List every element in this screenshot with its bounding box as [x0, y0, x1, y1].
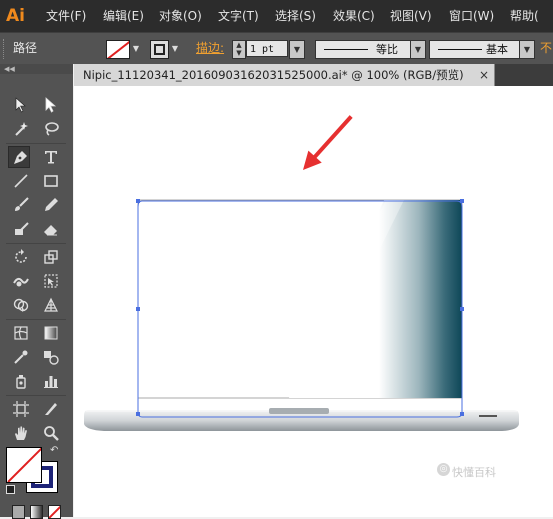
profile-label: 等比	[376, 43, 398, 56]
variable-width-profile-select[interactable]: 等比 ▼	[315, 40, 426, 59]
fill-stroke-widget: ↶	[4, 445, 64, 497]
menu-view[interactable]: 视图(V)	[390, 0, 432, 32]
mesh-tool-icon[interactable]	[10, 322, 32, 344]
stroke-weight-dropdown-icon[interactable]: ▼	[289, 40, 305, 59]
selection-type-label: 路径	[13, 41, 38, 55]
document-title: Nipic_11120341_20160903162031525000.ai* …	[83, 68, 464, 82]
panel-grip[interactable]	[3, 39, 7, 59]
close-tab-icon[interactable]: ×	[479, 64, 489, 86]
lasso-tool-icon[interactable]	[40, 118, 62, 140]
blend-tool-icon[interactable]	[40, 346, 62, 368]
paintbrush-tool-icon[interactable]	[10, 194, 32, 216]
warp-tool-icon[interactable]	[10, 270, 32, 292]
type-tool-icon[interactable]	[40, 146, 62, 168]
default-fill-stroke-icon[interactable]	[6, 485, 15, 494]
menu-type[interactable]: 文字(T)	[218, 0, 259, 32]
menu-select[interactable]: 选择(S)	[275, 0, 316, 32]
annotation-arrow	[303, 115, 353, 170]
stroke-weight-input[interactable]: 1 pt	[246, 40, 288, 57]
eyedropper-tool-icon[interactable]	[10, 346, 32, 368]
rotate-tool-icon[interactable]	[10, 246, 32, 268]
menu-window[interactable]: 窗口(W)	[449, 0, 494, 32]
opacity-label[interactable]: 不	[540, 33, 552, 64]
hand-tool-icon[interactable]	[10, 422, 32, 444]
tools-panel-header[interactable]: ◀◀	[0, 64, 73, 74]
app-logo: Ai	[6, 6, 25, 26]
line-segment-tool-icon[interactable]	[10, 170, 32, 192]
menu-help[interactable]: 帮助(	[510, 0, 539, 32]
gradient-tool-icon[interactable]	[40, 322, 62, 344]
selection-tool-icon[interactable]	[10, 94, 32, 116]
blob-brush-tool-icon[interactable]	[10, 218, 32, 240]
direct-selection-tool-icon[interactable]	[40, 94, 62, 116]
tools-divider	[6, 143, 66, 144]
menu-bar: Ai 文件(F) 编辑(E) 对象(O) 文字(T) 选择(S) 效果(C) 视…	[0, 0, 553, 32]
document-tab[interactable]: Nipic_11120341_20160903162031525000.ai* …	[74, 64, 495, 86]
tools-divider	[6, 319, 66, 320]
free-transform-tool-icon[interactable]	[40, 270, 62, 292]
zoom-tool-icon[interactable]	[40, 422, 62, 444]
profile-line-preview	[324, 49, 368, 50]
menu-effect[interactable]: 效果(C)	[333, 0, 375, 32]
scale-tool-icon[interactable]	[40, 246, 62, 268]
fill-color-swatch[interactable]	[106, 40, 130, 59]
stroke-label[interactable]: 描边:	[196, 33, 224, 64]
tools-divider	[6, 243, 66, 244]
rectangle-tool-icon[interactable]	[40, 170, 62, 192]
slice-tool-icon[interactable]	[40, 398, 62, 420]
column-graph-tool-icon[interactable]	[40, 370, 62, 392]
stroke-color-swatch[interactable]	[150, 40, 169, 59]
stroke-dropdown-icon[interactable]: ▼	[169, 40, 181, 57]
brush-line-preview	[438, 49, 482, 50]
fill-color-box[interactable]	[6, 447, 42, 483]
tools-divider	[6, 395, 66, 396]
perspective-grid-tool-icon[interactable]	[40, 294, 62, 316]
eraser-tool-icon[interactable]	[40, 218, 62, 240]
brush-dropdown-icon[interactable]: ▼	[519, 41, 534, 58]
collapse-panel-icon[interactable]: ◀◀	[4, 64, 15, 74]
brush-label: 基本	[486, 43, 508, 56]
control-bar: 路径 ▼ ▼ 描边: ▲ ▼ 1 pt ▼ 等比 ▼ 基本 ▼ 不	[0, 32, 553, 64]
tools-panel: ↶	[0, 74, 73, 519]
menu-object[interactable]: 对象(O)	[159, 0, 202, 32]
menu-file[interactable]: 文件(F)	[46, 0, 86, 32]
menu-edit[interactable]: 编辑(E)	[103, 0, 144, 32]
shape-builder-tool-icon[interactable]	[10, 294, 32, 316]
artboard-canvas[interactable]	[74, 86, 553, 517]
artboard-tool-icon[interactable]	[10, 398, 32, 420]
watermark-text: 快懂百科	[452, 466, 496, 479]
document-tab-bar: Nipic_11120341_20160903162031525000.ai* …	[74, 64, 553, 86]
pen-tool-icon[interactable]	[8, 146, 30, 168]
laptop-led	[479, 415, 497, 417]
pencil-tool-icon[interactable]	[40, 194, 62, 216]
artwork	[84, 115, 519, 431]
brush-definition-select[interactable]: 基本 ▼	[429, 40, 535, 59]
profile-dropdown-icon[interactable]: ▼	[410, 41, 425, 58]
swap-fill-stroke-icon[interactable]: ↶	[50, 445, 58, 456]
watermark-badge-icon: ◎	[437, 463, 450, 476]
symbol-sprayer-tool-icon[interactable]	[10, 370, 32, 392]
fill-dropdown-icon[interactable]: ▼	[130, 40, 142, 57]
magic-wand-tool-icon[interactable]	[10, 118, 32, 140]
laptop-notch	[269, 408, 329, 414]
stroke-weight-spinner-icon[interactable]: ▲ ▼	[232, 40, 246, 59]
